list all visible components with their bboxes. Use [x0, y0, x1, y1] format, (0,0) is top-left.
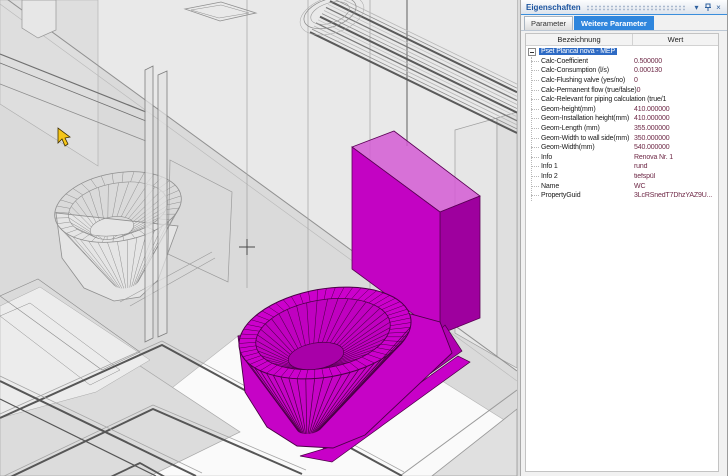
property-row[interactable]: Geom-Width to wall side(mm)350.000000 [526, 133, 718, 143]
property-row[interactable]: Calc-Consumption (l/s)0.000130 [526, 66, 718, 76]
cistern-side-face [440, 196, 480, 334]
panel-titlebar[interactable]: Eigenschaften ▾ × [521, 0, 727, 15]
3d-viewport[interactable] [0, 0, 517, 476]
grid-header: Bezeichnung Wert [526, 34, 718, 46]
chevron-down-icon[interactable]: ▾ [691, 2, 702, 13]
panel-tabs: Parameter Weitere Parameter [521, 15, 727, 31]
tree-root-row[interactable]: Pset Plancal nova - MEP [526, 47, 718, 57]
property-grid: Bezeichnung Wert Pset Plancal nova - MEP… [525, 33, 719, 472]
cad-application-window: Eigenschaften ▾ × Parameter Weitere Para… [0, 0, 728, 476]
property-row[interactable]: NameWC [526, 181, 718, 191]
property-row[interactable]: Geom-Width(mm)540.000000 [526, 143, 718, 153]
column-header-bezeichnung[interactable]: Bezeichnung [526, 34, 633, 45]
pin-icon[interactable] [702, 2, 713, 13]
door-post-1 [145, 66, 153, 342]
wall-column-side [497, 112, 517, 368]
close-icon[interactable]: × [713, 2, 724, 13]
3d-scene-canvas[interactable] [0, 0, 517, 476]
property-row[interactable]: Geom-Length (mm)355.000000 [526, 124, 718, 134]
collapse-toggle-icon[interactable] [528, 48, 536, 56]
properties-panel: Eigenschaften ▾ × Parameter Weitere Para… [521, 0, 728, 476]
property-row[interactable]: Info 1rund [526, 162, 718, 172]
grid-body: Pset Plancal nova - MEP Calc-Coefficient… [526, 46, 718, 471]
titlebar-grip [586, 5, 686, 11]
tab-weitere-parameter[interactable]: Weitere Parameter [574, 16, 654, 31]
panel-title: Eigenschaften [526, 3, 581, 12]
property-row[interactable]: PropertyGuid3LcRSnedT7DhzYAZ9U... [526, 191, 718, 201]
property-row[interactable]: Geom-Installation height(mm)410.000000 [526, 114, 718, 124]
property-row[interactable]: Calc-Relevant for piping calculation (tr… [526, 95, 718, 105]
column-header-wert[interactable]: Wert [633, 34, 718, 45]
door-post-2 [158, 71, 167, 337]
property-row[interactable]: Info 2tiefspül [526, 172, 718, 182]
property-row[interactable]: Calc-Coefficient0.500000 [526, 57, 718, 67]
property-row[interactable]: Geom-height(mm)410.000000 [526, 105, 718, 115]
property-row[interactable]: InfoRenova Nr. 1 [526, 153, 718, 163]
property-row[interactable]: Calc-Flushing valve (yes/no)0 [526, 76, 718, 86]
property-row[interactable]: Calc-Permanent flow (true/false)0 [526, 85, 718, 95]
tab-parameter[interactable]: Parameter [524, 16, 573, 31]
tree-root-label: Pset Plancal nova - MEP [539, 48, 617, 55]
